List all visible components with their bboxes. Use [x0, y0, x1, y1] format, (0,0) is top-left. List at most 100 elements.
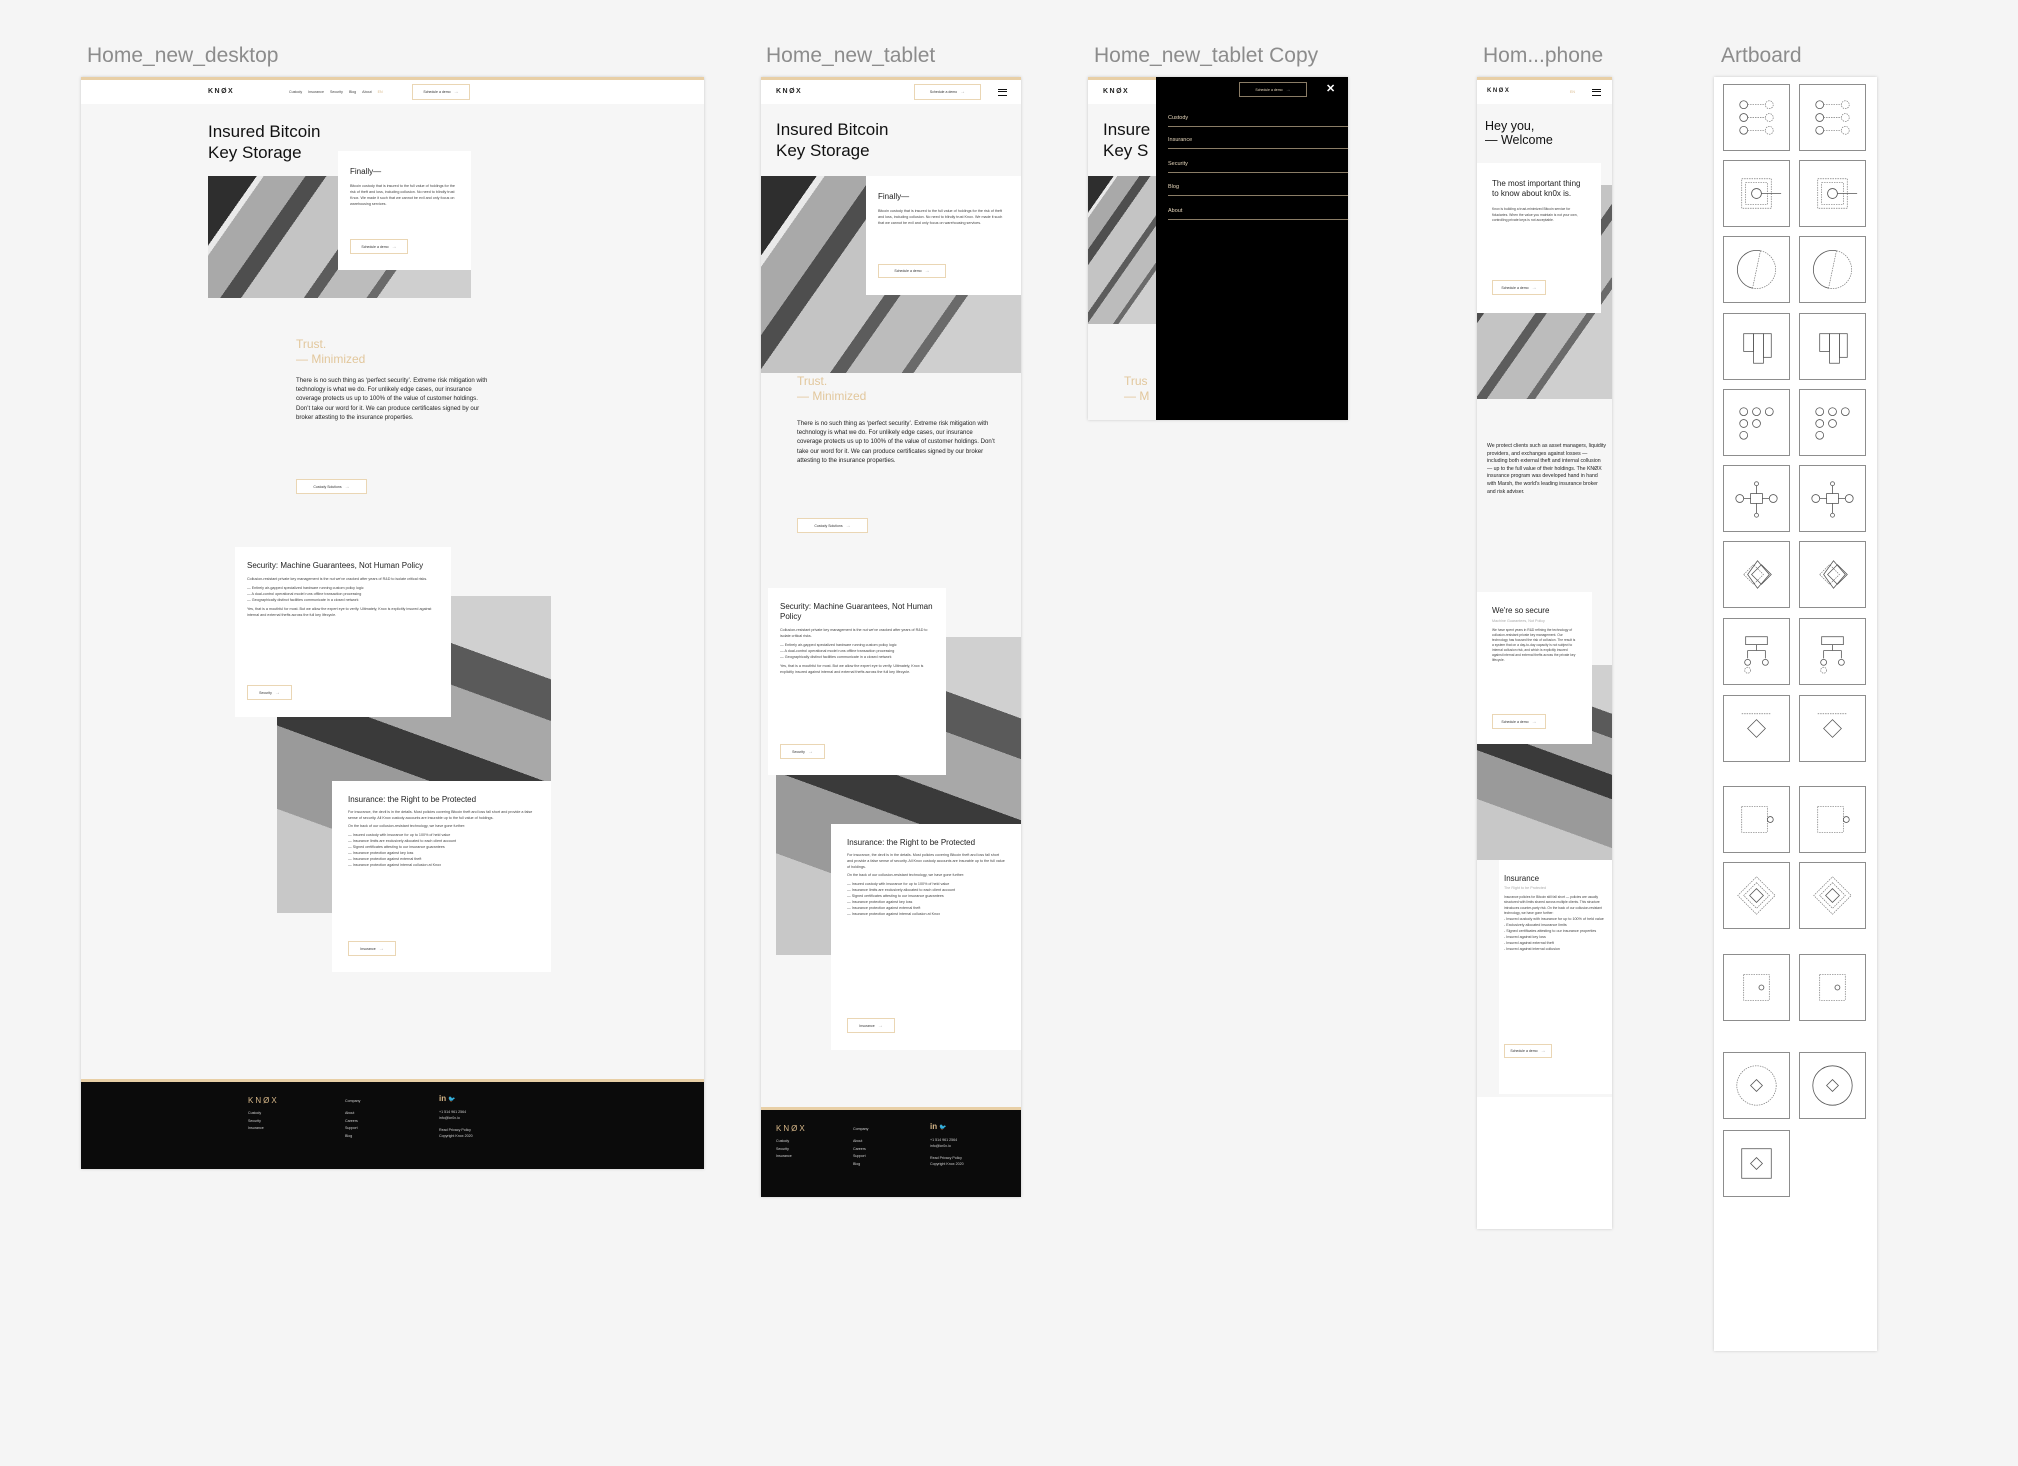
security-button[interactable]: Security →	[247, 685, 292, 700]
footer-link[interactable]: Support	[345, 1125, 358, 1133]
footer-logo[interactable]: KNØX	[776, 1124, 807, 1133]
footer-link[interactable]: About	[853, 1138, 866, 1146]
square-dot-icon[interactable]	[1799, 786, 1866, 853]
square-diamond-icon[interactable]	[1723, 1130, 1790, 1197]
diamond-stack-icon[interactable]	[1723, 541, 1790, 608]
footer-email[interactable]: info@kn0x.io	[930, 1143, 964, 1149]
dots-link-icon[interactable]	[1723, 84, 1790, 151]
artboard-title-tablet[interactable]: Home_new_tablet	[766, 44, 935, 68]
nav-link-custody[interactable]: Custody	[289, 90, 302, 94]
security-intro: Collusion-resistant private key manageme…	[780, 628, 928, 638]
tree-icon[interactable]	[1723, 618, 1790, 685]
footer-link[interactable]: Support	[853, 1153, 866, 1161]
nav-link-insurance[interactable]: Insurance	[308, 90, 324, 94]
artboard-title-desktop[interactable]: Home_new_desktop	[87, 44, 278, 68]
square-dashed-dot-icon[interactable]	[1799, 954, 1866, 1021]
hamburger-icon[interactable]	[1592, 89, 1601, 96]
diamond-nested-icon[interactable]	[1799, 862, 1866, 929]
logo[interactable]: KNØX	[776, 88, 802, 95]
square-dot-icon[interactable]	[1723, 786, 1790, 853]
footer: KNØX Custody Security Insurance Company Ab…	[81, 1079, 704, 1169]
insurance-list-item-list: — Insured custody with insurance for up …	[847, 881, 1005, 917]
dots-link-icon[interactable]	[1799, 84, 1866, 151]
phone-insurance-demo-button[interactable]: Schedule a demo →	[1504, 1044, 1552, 1058]
phone-title-line1: Hey you,	[1485, 119, 1535, 133]
footer-link[interactable]: Careers	[345, 1118, 358, 1126]
square-circle-icon[interactable]	[1799, 160, 1866, 227]
footer-email[interactable]: info@kn0x.io	[439, 1115, 473, 1121]
footer-link[interactable]: Security	[776, 1146, 792, 1154]
nav-link-blog[interactable]: Blog	[349, 90, 356, 94]
hamburger-icon[interactable]	[998, 89, 1007, 96]
language-selector[interactable]: EN	[378, 90, 383, 94]
artboard-icons[interactable]	[1714, 77, 1877, 1351]
logo[interactable]: KNØX	[1103, 88, 1129, 95]
phone-secure-demo-button[interactable]: Schedule a demo →	[1492, 714, 1546, 729]
twitter-icon[interactable]: 🐦	[939, 1125, 946, 1131]
security-button[interactable]: Security →	[780, 744, 825, 759]
menu-item-blog[interactable]: Blog	[1168, 184, 1348, 196]
square-dot-icon-graphic	[1741, 806, 1774, 833]
phone-schedule-demo-button[interactable]: Schedule a demo →	[1492, 280, 1546, 295]
tree-icon[interactable]	[1799, 618, 1866, 685]
schedule-demo-button[interactable]: Schedule a demo →	[914, 84, 981, 100]
custody-solutions-button[interactable]: Custody Solutions →	[296, 479, 367, 494]
square-dashed-dot-icon[interactable]	[1723, 954, 1790, 1021]
schedule-demo-button[interactable]: Schedule a demo →	[412, 84, 470, 100]
twitter-icon[interactable]: 🐦	[448, 1097, 455, 1103]
artboard-desktop[interactable]: KNØX Custody Insurance Security Blog Abo…	[81, 77, 704, 1169]
hero-schedule-demo-button[interactable]: Schedule a demo →	[878, 264, 946, 278]
circle-diamond-icon[interactable]	[1799, 1052, 1866, 1119]
circles-grid-icon[interactable]	[1723, 389, 1790, 456]
insurance-button[interactable]: Insurance →	[348, 941, 396, 956]
footer-link[interactable]: Insurance	[776, 1153, 792, 1161]
footer-link[interactable]: Custody	[248, 1110, 264, 1118]
diamond-line-icon[interactable]	[1723, 695, 1790, 762]
menu-item-about[interactable]: About	[1168, 208, 1348, 220]
footer-link[interactable]: Custody	[776, 1138, 792, 1146]
bars-icon[interactable]	[1723, 313, 1790, 380]
menu-item-insurance[interactable]: Insurance	[1168, 137, 1348, 149]
artboard-phone[interactable]: KNØX EN Hey you, — Welcome The most impor…	[1477, 77, 1612, 1229]
hero-schedule-demo-button[interactable]: Schedule a demo →	[350, 239, 408, 254]
close-icon[interactable]: ✕	[1326, 82, 1335, 95]
footer-logo[interactable]: KNØX	[248, 1096, 279, 1105]
linkedin-icon[interactable]: in	[930, 1122, 937, 1131]
diamond-line-icon[interactable]	[1799, 695, 1866, 762]
nav-link-about[interactable]: About	[362, 90, 371, 94]
artboard-title-icons[interactable]: Artboard	[1721, 44, 1802, 68]
nav-link-security[interactable]: Security	[330, 90, 343, 94]
circle-diamond-dashed-icon[interactable]	[1723, 1052, 1790, 1119]
schedule-demo-button[interactable]: Schedule a demo →	[1239, 82, 1307, 97]
footer-link[interactable]: Blog	[345, 1133, 358, 1141]
circle-split-icon[interactable]	[1799, 236, 1866, 303]
menu-item-security[interactable]: Security	[1168, 161, 1348, 173]
artboard-title-phone[interactable]: Hom...phone	[1483, 44, 1603, 68]
node-chain-icon[interactable]	[1723, 465, 1790, 532]
logo[interactable]: KNØX	[1487, 88, 1510, 94]
footer-link[interactable]: About	[345, 1110, 358, 1118]
circle-split-icon[interactable]	[1723, 236, 1790, 303]
logo[interactable]: KNØX	[208, 88, 234, 95]
custody-solutions-button[interactable]: Custody Solutions →	[797, 518, 868, 533]
footer-link[interactable]: Insurance	[248, 1125, 264, 1133]
insurance-button[interactable]: Insurance →	[847, 1018, 895, 1033]
menu-item-custody[interactable]: Custody	[1168, 115, 1348, 127]
hero-card-text: Bitcoin custody that is insured to the f…	[878, 209, 1003, 225]
footer-link[interactable]: Blog	[853, 1161, 866, 1169]
hero-card-text: Bitcoin custody that is insured to the f…	[350, 184, 455, 206]
node-chain-icon[interactable]	[1799, 465, 1866, 532]
bars-icon[interactable]	[1799, 313, 1866, 380]
footer-link[interactable]: Careers	[853, 1146, 866, 1154]
language-selector[interactable]: EN	[1570, 90, 1575, 94]
diamond-nested-icon[interactable]	[1723, 862, 1790, 929]
artboard-tablet-menu-open[interactable]: KNØX Insure Key S Trus — M Schedule a demo…	[1088, 77, 1348, 420]
linkedin-icon[interactable]: in	[439, 1094, 446, 1103]
circles-grid-icon[interactable]	[1799, 389, 1866, 456]
trust-line1: Trus	[1124, 374, 1148, 388]
artboard-tablet[interactable]: KNØX Schedule a demo → Insured Bitcoin Key…	[761, 77, 1021, 1197]
diamond-stack-icon[interactable]	[1799, 541, 1866, 608]
artboard-title-tablet-copy[interactable]: Home_new_tablet Copy	[1094, 44, 1318, 68]
footer-link[interactable]: Security	[248, 1118, 264, 1126]
square-circle-icon[interactable]	[1723, 160, 1790, 227]
